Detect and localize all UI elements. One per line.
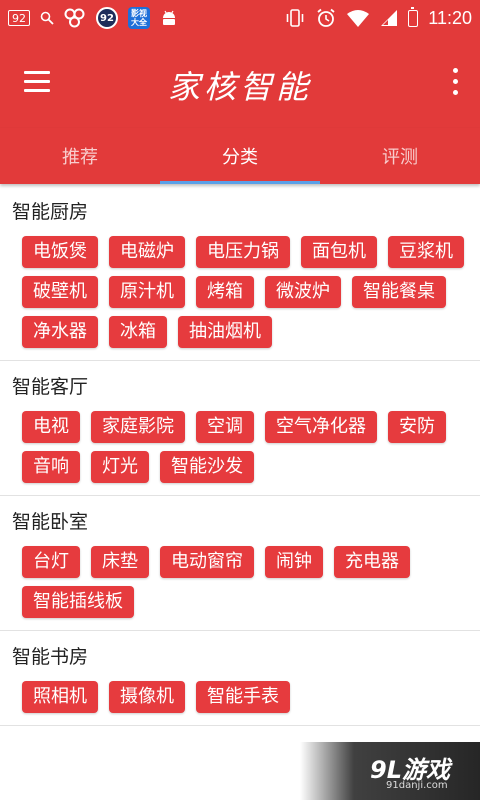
category-tag[interactable]: 抽油烟机 (178, 316, 272, 348)
category-tag[interactable]: 智能沙发 (160, 451, 254, 483)
category-tag[interactable]: 空气净化器 (265, 411, 377, 443)
category-tag[interactable]: 闹钟 (265, 546, 323, 578)
tag-group: 电视 家庭影院 空调 空气净化器 安防音响 灯光 智能沙发 (0, 411, 480, 483)
category-tag[interactable]: 电视 (22, 411, 80, 443)
tag-group: 台灯 床垫 电动窗帘 闹钟 充电器智能插线板 (0, 546, 480, 618)
category-section: 智能客厅电视 家庭影院 空调 空气净化器 安防音响 灯光 智能沙发 (0, 361, 480, 496)
category-tag[interactable]: 智能插线板 (22, 586, 134, 618)
tag-group: 照相机 摄像机 智能手表 (0, 681, 480, 713)
section-title: 智能厨房 (12, 201, 89, 223)
category-tag[interactable]: 床垫 (91, 546, 149, 578)
category-tag[interactable]: 电压力锅 (196, 236, 290, 268)
section-title: 智能书房 (12, 646, 89, 668)
category-tag[interactable]: 灯光 (91, 451, 149, 483)
tab-category[interactable]: 分类 (160, 128, 320, 184)
category-tag[interactable]: 台灯 (22, 546, 80, 578)
alarm-icon (317, 8, 335, 27)
android-icon (163, 10, 175, 25)
notification-badge-box: 92 (8, 10, 30, 26)
section-title: 智能客厅 (12, 376, 89, 398)
category-tag[interactable]: 原汁机 (109, 276, 185, 308)
category-tag[interactable]: 电动窗帘 (160, 546, 254, 578)
category-tag[interactable]: 家庭影院 (91, 411, 185, 443)
watermark-url: 91danji.com (386, 780, 448, 791)
category-tag[interactable]: 摄像机 (109, 681, 185, 713)
wifi-icon (347, 10, 370, 27)
category-tag[interactable]: 音响 (22, 451, 80, 483)
section-title: 智能卧室 (12, 511, 89, 533)
category-tag[interactable]: 电饭煲 (22, 236, 98, 268)
app-toolbar: 家核智能 (0, 36, 480, 128)
tab-review[interactable]: 评测 (320, 128, 480, 184)
category-tag[interactable]: 冰箱 (109, 316, 167, 348)
tag-group: 电饭煲 电磁炉 电压力锅 面包机 豆浆机破壁机 原汁机 烤箱 微波炉 智能餐桌净水器 冰箱 抽油烟机 (0, 236, 480, 348)
category-tag[interactable]: 烤箱 (196, 276, 254, 308)
tab-recommend[interactable]: 推荐 (0, 128, 160, 184)
app-logo-icon (64, 8, 85, 28)
category-tag[interactable]: 智能餐桌 (352, 276, 446, 308)
category-tag[interactable]: 豆浆机 (388, 236, 464, 268)
watermark: 9L游戏 91danji.com (300, 742, 480, 800)
vibrate-icon (286, 9, 304, 27)
video-app-icon: 影视大全 (128, 7, 150, 29)
more-icon-dot-1 (453, 68, 458, 73)
category-tag[interactable]: 智能手表 (196, 681, 290, 713)
battery-icon (408, 6, 419, 27)
category-section: 智能厨房电饭煲 电磁炉 电压力锅 面包机 豆浆机破壁机 原汁机 烤箱 微波炉 智能餐桌净水器 冰箱… (0, 186, 480, 361)
circle-badge-icon: 92 (96, 7, 118, 29)
category-tag[interactable]: 照相机 (22, 681, 98, 713)
category-tag[interactable]: 微波炉 (265, 276, 341, 308)
category-tag[interactable]: 空调 (196, 411, 254, 443)
category-tag[interactable]: 面包机 (301, 236, 377, 268)
more-icon-dot-2 (453, 79, 458, 84)
more-options-button[interactable] (448, 68, 462, 96)
category-tag[interactable]: 电磁炉 (109, 236, 185, 268)
more-icon-dot-3 (453, 90, 458, 95)
category-section: 智能书房照相机 摄像机 智能手表 (0, 631, 480, 726)
search-icon (40, 11, 54, 25)
status-bar: 92 92 影视大全 11:20 (0, 0, 480, 36)
category-list[interactable]: 智能厨房电饭煲 电磁炉 电压力锅 面包机 豆浆机破壁机 原汁机 烤箱 微波炉 智能餐桌净水器 冰箱… (0, 186, 480, 800)
category-tag[interactable]: 安防 (388, 411, 446, 443)
category-tag[interactable]: 充电器 (334, 546, 410, 578)
category-tag[interactable]: 净水器 (22, 316, 98, 348)
app-title: 家核智能 (167, 68, 312, 106)
clock-time: 11:20 (428, 7, 472, 28)
category-tag[interactable]: 破壁机 (22, 276, 98, 308)
signal-icon (381, 10, 398, 26)
tab-bar: 推荐 分类 评测 (0, 128, 480, 184)
category-section: 智能卧室台灯 床垫 电动窗帘 闹钟 充电器智能插线板 (0, 496, 480, 631)
